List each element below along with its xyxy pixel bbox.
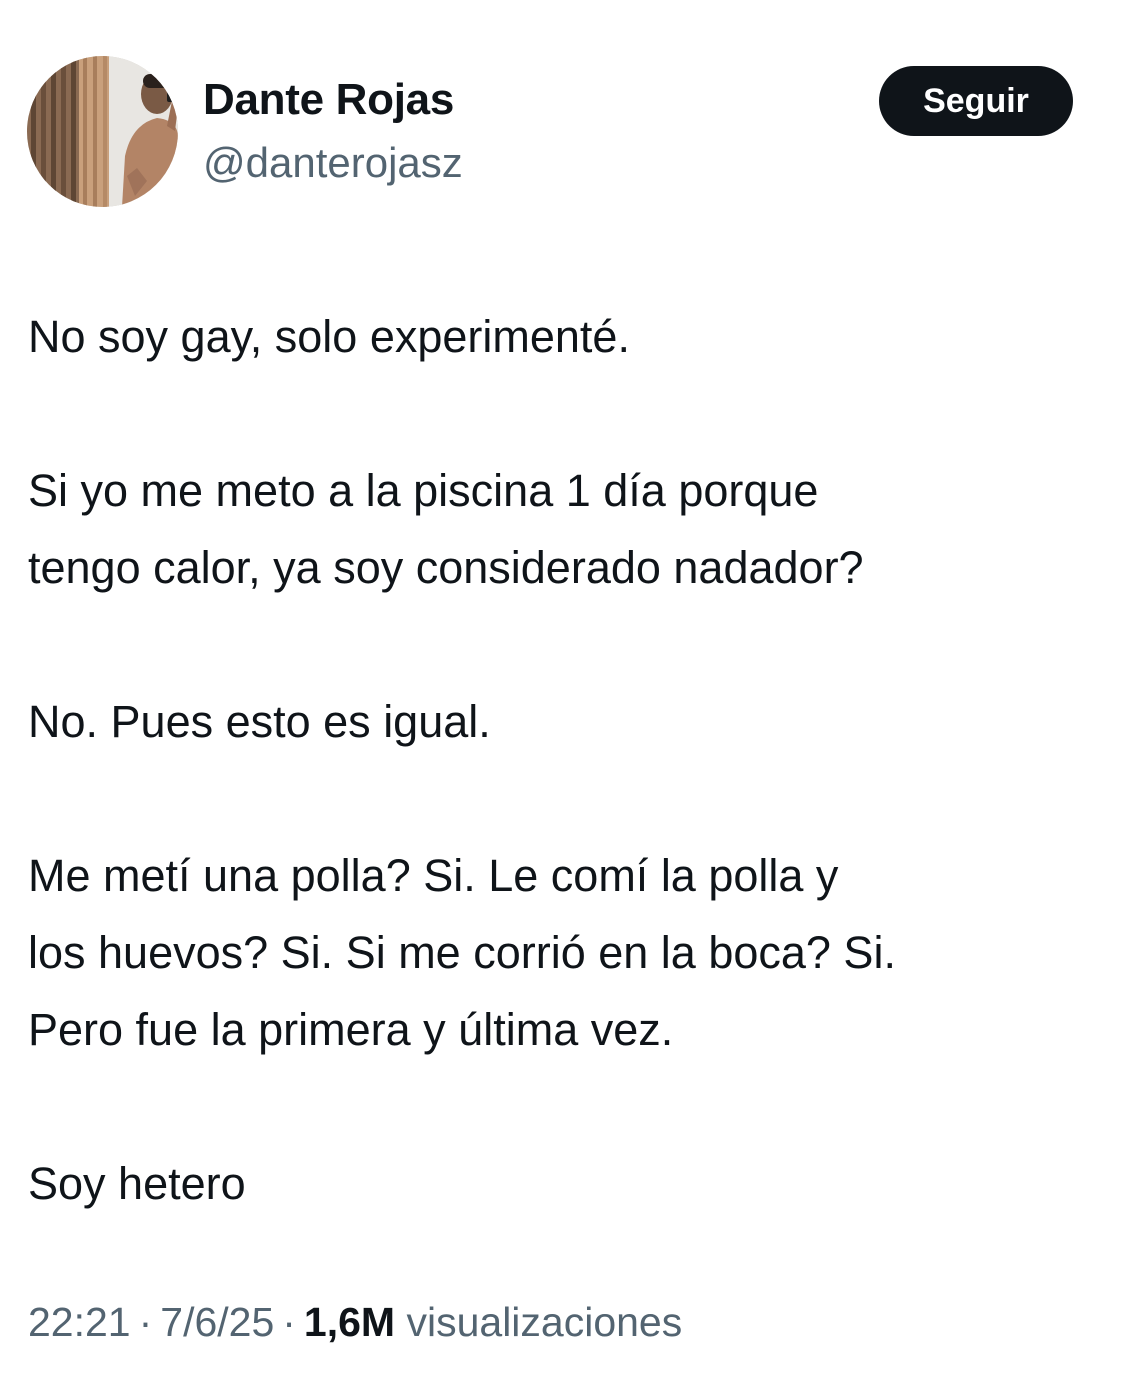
tweet-line: tengo calor, ya soy considerado nadador? xyxy=(28,542,864,593)
meta-separator: · xyxy=(138,1299,153,1345)
tweet-line: los huevos? Si. Si me corrió en la boca?… xyxy=(28,927,896,978)
tweet-paragraph: Si yo me meto a la piscina 1 día porque … xyxy=(28,452,1113,606)
tweet-line: No soy gay, solo experimenté. xyxy=(28,311,630,362)
tweet-line: Si yo me meto a la piscina 1 día porque xyxy=(28,465,819,516)
author-handle[interactable]: @danterojasz xyxy=(203,138,463,188)
tweet-paragraph: Soy hetero xyxy=(28,1145,1113,1222)
tweet-line: Me metí una polla? Si. Le comí la polla … xyxy=(28,850,839,901)
follow-button[interactable]: Seguir xyxy=(879,66,1073,136)
tweet-card: Dante Rojas @danterojasz Seguir No soy g… xyxy=(0,0,1125,1380)
avatar[interactable] xyxy=(27,56,178,207)
tweet-meta: 22:21 · 7/6/25 · 1,6M visualizaciones xyxy=(28,1296,682,1348)
tweet-line: No. Pues esto es igual. xyxy=(28,696,491,747)
author-display-name[interactable]: Dante Rojas xyxy=(203,74,454,126)
meta-separator: · xyxy=(282,1299,296,1345)
tweet-time[interactable]: 22:21 xyxy=(28,1299,131,1345)
tweet-paragraph: No soy gay, solo experimenté. xyxy=(28,298,1113,375)
tweet-date[interactable]: 7/6/25 xyxy=(160,1299,274,1345)
views-count: 1,6M xyxy=(303,1299,396,1345)
tweet-paragraph: No. Pues esto es igual. xyxy=(28,683,1113,760)
tweet-line: Pero fue la primera y última vez. xyxy=(28,1004,674,1055)
views-label: visualizaciones xyxy=(406,1299,683,1345)
tweet-paragraph: Me metí una polla? Si. Le comí la polla … xyxy=(28,837,1113,1068)
tweet-text: No soy gay, solo experimenté. Si yo me m… xyxy=(28,298,1113,1222)
tweet-line: Soy hetero xyxy=(28,1158,246,1209)
profile-photo-icon xyxy=(27,56,178,207)
